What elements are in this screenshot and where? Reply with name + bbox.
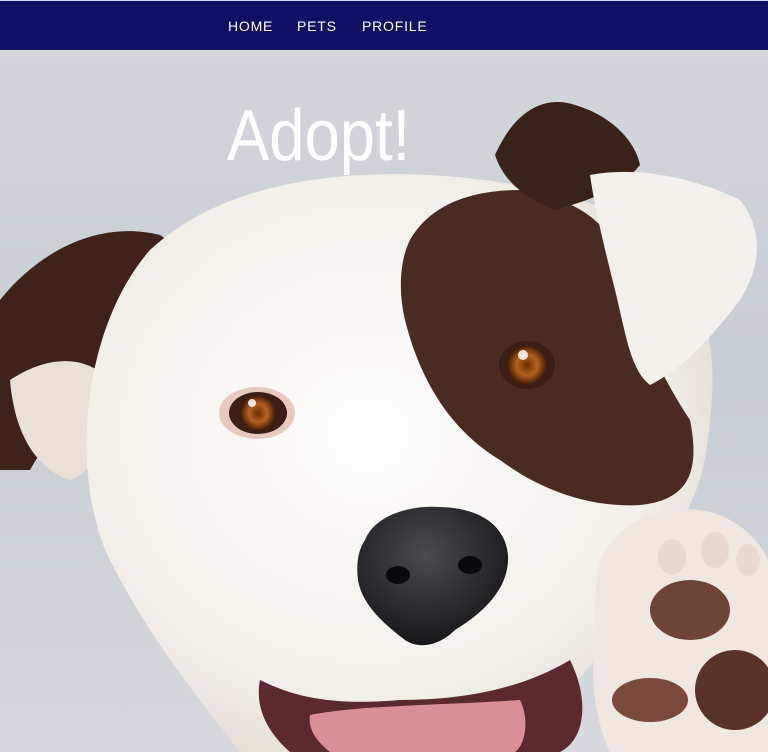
hero-banner: Adopt! <box>0 50 768 752</box>
nav-link-home[interactable]: HOME <box>228 18 273 34</box>
top-navbar: HOME PETS PROFILE <box>0 0 768 50</box>
nav-link-pets[interactable]: PETS <box>297 18 337 34</box>
nav-link-profile[interactable]: PROFILE <box>362 18 428 34</box>
page: HOME PETS PROFILE Adopt! <box>0 0 768 752</box>
hero-title: Adopt! <box>227 96 411 176</box>
